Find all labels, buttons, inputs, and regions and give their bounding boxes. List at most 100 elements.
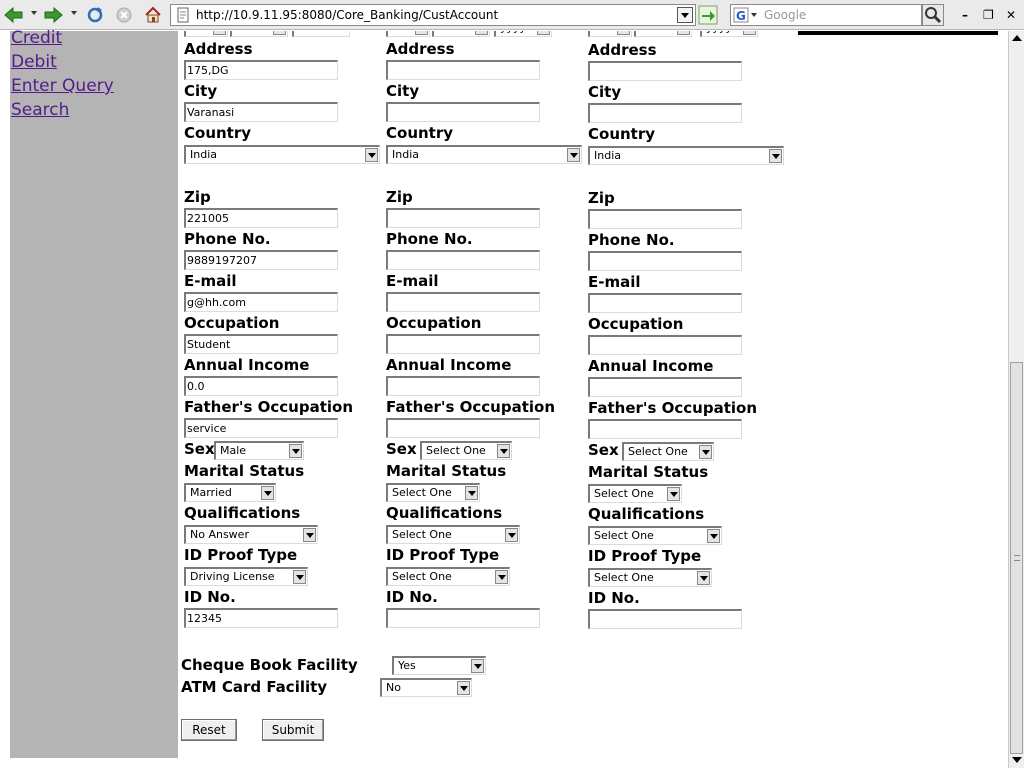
country-select[interactable]: India <box>386 145 582 164</box>
city-input[interactable] <box>386 102 540 122</box>
father-occupation-input[interactable] <box>588 419 742 439</box>
dob-day-select[interactable]: dd <box>588 31 632 37</box>
zip-input[interactable]: 221005 <box>184 208 338 228</box>
chevron-down-icon[interactable] <box>261 486 274 500</box>
chevron-down-icon[interactable] <box>471 659 484 673</box>
dob-day-select[interactable]: dd <box>386 31 430 37</box>
atm-card-select[interactable]: No <box>380 678 472 697</box>
chevron-down-icon[interactable] <box>697 571 710 585</box>
chevron-down-icon[interactable] <box>365 148 378 162</box>
income-input[interactable] <box>386 376 540 396</box>
restore-icon[interactable]: ❐ <box>983 8 994 22</box>
sex-select[interactable]: Select One <box>420 441 512 460</box>
sidebar-link-search[interactable]: Search <box>11 100 69 120</box>
go-icon[interactable] <box>698 5 718 25</box>
zip-input[interactable] <box>386 208 540 228</box>
address-bar[interactable]: http://10.9.11.95:8080/Core_Banking/Cust… <box>170 4 696 26</box>
submit-button[interactable]: Submit <box>262 719 324 741</box>
id-no-input[interactable] <box>386 608 540 628</box>
address-input[interactable] <box>386 60 540 80</box>
minimize-icon[interactable]: – <box>962 8 968 22</box>
back-icon[interactable] <box>4 5 24 25</box>
dob-year-select[interactable]: yyyy <box>494 31 552 37</box>
qualifications-select[interactable]: Select One <box>386 525 520 544</box>
father-occupation-input[interactable]: service <box>184 418 338 438</box>
chevron-down-icon[interactable] <box>495 570 508 584</box>
qualifications-select[interactable]: No Answer <box>184 525 318 544</box>
sex-select[interactable]: Male <box>214 441 304 460</box>
id-no-input[interactable] <box>588 609 742 629</box>
chevron-down-icon[interactable] <box>699 445 712 459</box>
income-input[interactable]: 0.0 <box>184 376 338 396</box>
sex-select[interactable]: Select One <box>622 442 714 461</box>
occupation-label: Occupation <box>386 314 482 332</box>
address-input[interactable]: 175,DG <box>184 60 338 80</box>
stop-icon[interactable] <box>114 5 134 25</box>
sidebar-link-debit[interactable]: Debit <box>11 52 57 72</box>
email-input[interactable] <box>386 292 540 312</box>
marital-select[interactable]: Married <box>184 483 276 502</box>
chevron-down-icon[interactable] <box>667 487 680 501</box>
marital-select[interactable]: Select One <box>588 484 682 503</box>
country-select[interactable]: India <box>184 145 380 164</box>
city-input[interactable]: Varanasi <box>184 102 338 122</box>
forward-icon[interactable] <box>43 5 63 25</box>
scroll-up-icon[interactable] <box>1012 35 1022 41</box>
chevron-down-icon[interactable] <box>769 149 782 163</box>
id-type-select[interactable]: Select One <box>386 567 510 586</box>
close-icon[interactable]: ✕ <box>1006 8 1016 22</box>
magnifier-icon[interactable] <box>922 4 944 26</box>
sidebar-link-enter-query[interactable]: Enter Query <box>11 76 114 96</box>
vertical-scrollbar[interactable] <box>1008 31 1024 768</box>
google-engine-icon[interactable]: G <box>733 7 759 23</box>
back-history-chevron-icon[interactable] <box>31 11 37 15</box>
dob-day-select[interactable]: 2 <box>184 31 228 37</box>
city-input[interactable] <box>588 103 742 123</box>
occupation-input[interactable]: Student <box>184 334 338 354</box>
phone-input[interactable] <box>588 251 742 271</box>
qualifications-select[interactable]: Select One <box>588 526 722 545</box>
email-input[interactable] <box>588 293 742 313</box>
home-icon[interactable] <box>143 5 163 25</box>
scroll-down-icon[interactable] <box>1012 757 1022 763</box>
income-input[interactable] <box>588 377 742 397</box>
chevron-down-icon[interactable] <box>303 528 316 542</box>
phone-input[interactable]: 9889197207 <box>184 250 338 270</box>
occupation-input[interactable] <box>386 334 540 354</box>
sidebar-link-credit[interactable]: Credit <box>11 28 62 48</box>
dob-year-select[interactable]: yyyy <box>700 31 758 37</box>
forward-history-chevron-icon[interactable] <box>71 11 77 15</box>
dob-month-select[interactable]: mmm <box>432 31 490 37</box>
scrollbar-thumb[interactable] <box>1010 362 1023 754</box>
chevron-down-icon[interactable] <box>505 528 518 542</box>
id-type-select[interactable]: Select One <box>588 568 712 587</box>
reload-icon[interactable] <box>85 5 105 25</box>
chevron-down-icon[interactable] <box>707 529 720 543</box>
father-occupation-input[interactable] <box>386 418 540 438</box>
id-type-select[interactable]: Driving License <box>184 567 308 586</box>
occupation-input[interactable] <box>588 335 742 355</box>
zip-input[interactable] <box>588 209 742 229</box>
chevron-down-icon[interactable] <box>289 444 302 458</box>
chevron-down-icon[interactable] <box>465 486 478 500</box>
marital-select[interactable]: Select One <box>386 483 480 502</box>
url-history-dropdown-icon[interactable] <box>677 7 693 23</box>
dob-month-select[interactable]: mmm <box>634 31 692 37</box>
chevron-down-icon[interactable] <box>457 681 470 695</box>
country-select[interactable]: India <box>588 146 784 165</box>
dob-month-select[interactable]: 04 <box>230 31 288 37</box>
chevron-down-icon[interactable] <box>567 148 580 162</box>
chevron-down-icon[interactable] <box>497 444 510 458</box>
cheque-book-select[interactable]: Yes <box>392 656 486 675</box>
phone-input[interactable] <box>386 250 540 270</box>
email-input[interactable]: g@hh.com <box>184 292 338 312</box>
address-input[interactable] <box>588 61 742 81</box>
dob-year-input[interactable]: 1985 <box>292 31 350 37</box>
father-occupation-label: Father's Occupation <box>588 399 758 417</box>
id-type-value: Select One <box>392 570 452 583</box>
reset-button[interactable]: Reset <box>181 719 237 741</box>
income-label: Annual Income <box>184 356 310 374</box>
id-no-input[interactable]: 12345 <box>184 608 338 628</box>
search-bar[interactable]: G Google <box>730 4 922 26</box>
chevron-down-icon[interactable] <box>293 570 306 584</box>
